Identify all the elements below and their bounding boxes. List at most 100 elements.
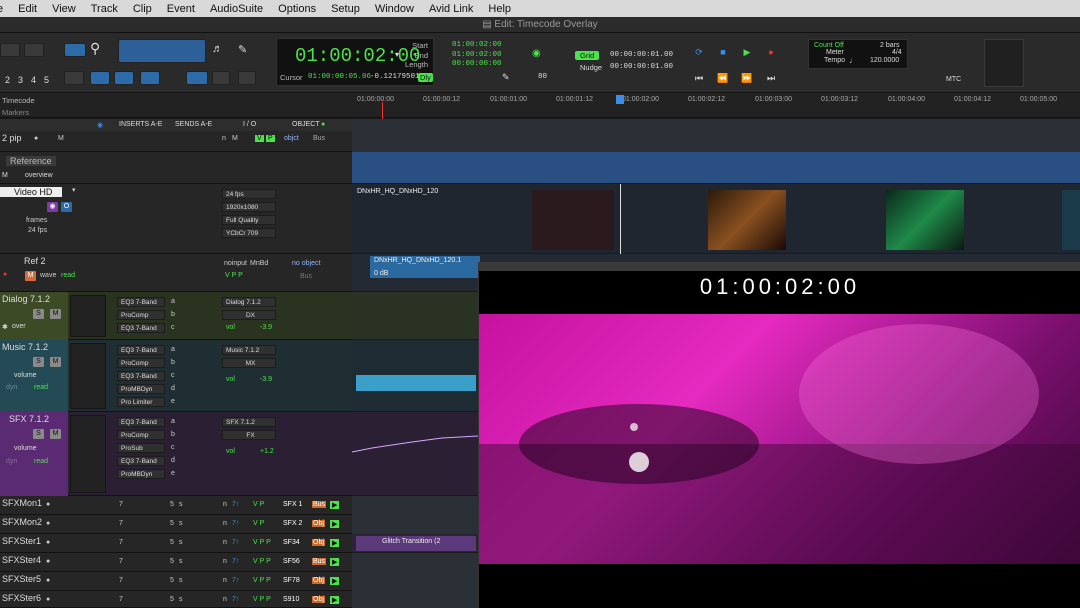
loop-icon[interactable]: ⟳ [690, 45, 708, 59]
track-view-selector[interactable]: volume [14, 445, 37, 452]
insert-slot-a[interactable]: EQ3 7-Band [117, 417, 165, 427]
input-selector[interactable]: n [223, 501, 227, 508]
vpan-buttons[interactable]: V P P [253, 539, 271, 546]
io-selector[interactable]: SF78 [283, 577, 300, 584]
menu-clip[interactable]: Clip [133, 3, 152, 15]
send-slot-s[interactable]: s [179, 501, 183, 508]
end-value[interactable]: 01:00:02:00 [452, 51, 502, 59]
send-slot-a[interactable]: a [171, 418, 175, 425]
mute-button[interactable]: M [25, 271, 36, 281]
solo-button[interactable]: S [33, 309, 44, 319]
track-record-icon[interactable]: ● [46, 520, 50, 527]
track-name[interactable]: SFXSter4 [2, 555, 41, 565]
play-icon[interactable]: ▶ [330, 558, 340, 566]
video-resolution-selector[interactable]: 1920x1080 [222, 202, 276, 212]
vpan-buttons[interactable]: V P [253, 501, 264, 508]
input-selector[interactable]: n [223, 539, 227, 546]
volume-value[interactable]: +1.2 [260, 448, 274, 455]
send-slot-e[interactable]: e [171, 470, 175, 477]
pencil-icon[interactable]: ✎ [502, 72, 510, 83]
track-name[interactable]: Video HD [0, 187, 63, 197]
nudge-button[interactable]: Nudge [575, 63, 607, 72]
track-view-selector[interactable]: frames [26, 217, 47, 224]
insert-slot-d[interactable]: EQ3 7-Band [117, 456, 165, 466]
play-icon[interactable]: ▶ [330, 596, 340, 604]
dest-selector[interactable]: Bus [312, 501, 327, 508]
send-slot[interactable]: 5 [170, 520, 174, 527]
input-selector[interactable]: n [223, 596, 227, 603]
menu-event[interactable]: Event [167, 3, 195, 15]
track-name[interactable]: SFXMon2 [2, 517, 42, 527]
chevron-down-icon[interactable]: ▾ [72, 186, 76, 194]
output-selector[interactable]: FX [222, 430, 276, 440]
send-slot[interactable]: 5 [170, 501, 174, 508]
insert-slot-b[interactable]: ProComp [117, 430, 165, 440]
vpan-buttons[interactable]: V P P [253, 577, 271, 584]
mute-button[interactable]: M [50, 309, 61, 319]
speaker-icon[interactable]: ♬ [212, 43, 228, 57]
send-slot-s[interactable]: s [179, 577, 183, 584]
send-slot[interactable]: 5 [170, 596, 174, 603]
track-record-icon[interactable]: ● [46, 577, 50, 584]
insert-slot-a[interactable]: EQ3 7-Band [117, 297, 165, 307]
video-monitor-button[interactable]: ◉ [47, 202, 58, 212]
play-icon[interactable]: ▶ [330, 520, 340, 528]
menu-help[interactable]: Help [488, 3, 511, 15]
zoom-toggle-button[interactable] [64, 43, 86, 57]
mute-button[interactable]: M [50, 357, 61, 367]
record-icon[interactable]: ● [3, 271, 7, 278]
insert-slot-d[interactable]: ProMBDyn [117, 384, 165, 394]
menu-avid-link[interactable]: Avid Link [429, 3, 473, 15]
solo-button[interactable]: S [33, 357, 44, 367]
video-clip-label[interactable]: DNxHR_HQ_DNxHD_120 [357, 188, 438, 195]
zoom-in-button[interactable] [24, 43, 44, 57]
zoom-preset-5[interactable]: 5 [44, 75, 49, 85]
output-selector[interactable]: MX [222, 358, 276, 368]
playhead-marker[interactable] [616, 95, 624, 104]
rewind-icon[interactable]: ⏪ [714, 71, 732, 85]
send-slot-b[interactable]: b [171, 359, 175, 366]
play-icon[interactable]: ▶ [738, 45, 756, 59]
input-selector[interactable]: Music 7.1.2 [222, 345, 276, 355]
send-slot[interactable]: 5 [170, 577, 174, 584]
length-value[interactable]: 00:00:00:00 [452, 60, 502, 68]
automation-lane[interactable]: dyn [6, 384, 17, 391]
insert-slot[interactable]: 7 [119, 520, 123, 527]
music-clip[interactable] [356, 375, 476, 391]
video-lane[interactable]: DNxHR_HQ_DNxHD_120 [352, 184, 1080, 254]
input-selector[interactable]: noinput [224, 260, 247, 267]
menu-setup[interactable]: Setup [331, 3, 360, 15]
input-selector[interactable]: n [222, 135, 226, 142]
automation-lane[interactable]: dyn [6, 458, 17, 465]
mode-button-3[interactable] [114, 71, 134, 85]
vpan-buttons[interactable]: V P [253, 520, 264, 527]
track-view-selector[interactable]: overview [25, 172, 53, 179]
tab-button[interactable] [212, 71, 230, 85]
insert-slot[interactable]: 7 [119, 539, 123, 546]
send-slot[interactable]: 5 [170, 539, 174, 546]
track-name[interactable]: SFXMon1 [2, 498, 42, 508]
count-off-label[interactable]: Count Off [814, 42, 844, 49]
video-window[interactable]: 01:00:02:00 [478, 262, 1080, 608]
track-view-selector[interactable]: volume [14, 372, 37, 379]
bus-selector[interactable]: Bus [300, 273, 312, 280]
menu-view[interactable]: View [52, 3, 76, 15]
zoom-preset-2[interactable]: 2 [5, 75, 10, 85]
insert-slot-b[interactable]: ProComp [117, 358, 165, 368]
zoom-out-button[interactable] [0, 43, 20, 57]
insert-slot-c[interactable]: EQ3 7-Band [117, 323, 165, 333]
mute-button[interactable]: M [50, 429, 61, 439]
go-to-end-icon[interactable]: ⏭ [762, 71, 780, 85]
link-button[interactable] [186, 71, 208, 85]
menu-edit[interactable]: Edit [18, 3, 37, 15]
solo-button[interactable]: S [33, 429, 44, 439]
object-selector[interactable]: no object [292, 260, 320, 267]
start-value[interactable]: 01:00:02:00 [452, 41, 502, 49]
insert-slot[interactable]: 7 [119, 596, 123, 603]
insert-slot[interactable]: 7 [119, 501, 123, 508]
automation-icon[interactable]: ✱ [2, 323, 8, 331]
track-name[interactable]: SFX 7.1.2 [9, 414, 49, 424]
input-selector[interactable]: n [223, 558, 227, 565]
track-record-icon[interactable]: ● [46, 558, 50, 565]
vpan-p-button[interactable]: P [266, 135, 275, 142]
